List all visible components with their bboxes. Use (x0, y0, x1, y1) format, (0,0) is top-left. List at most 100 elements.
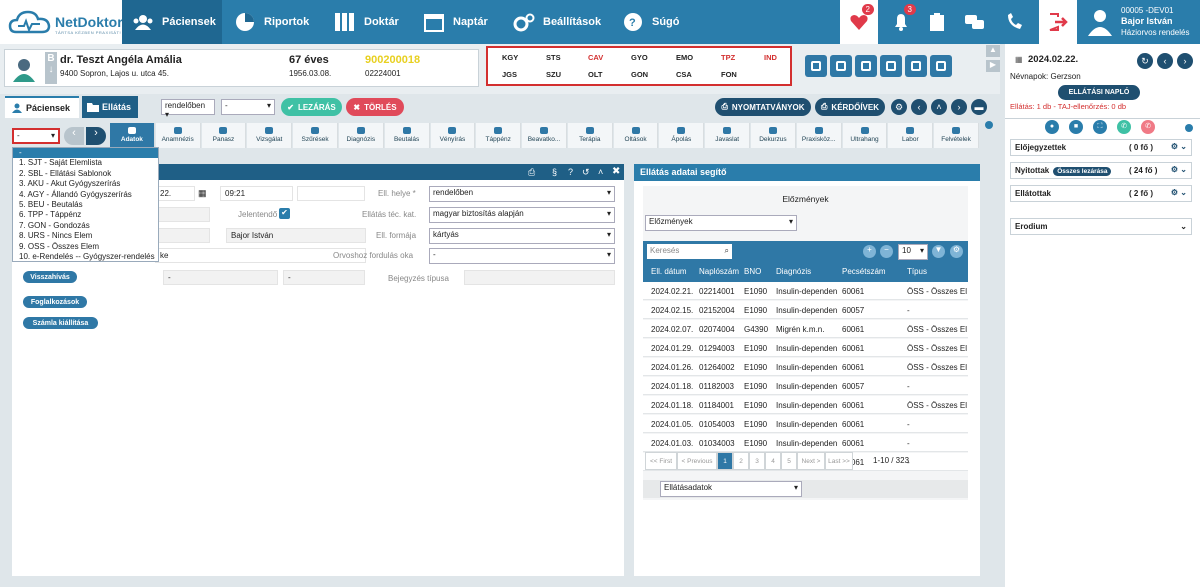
heart-alert-button[interactable]: 2 (840, 0, 878, 44)
toolbar-item-felv-telek[interactable]: Felvételek (934, 123, 979, 148)
nyomtatvanyok-button[interactable]: ⎙ NYOMTATVÁNYOK (715, 98, 811, 116)
column-header[interactable]: Pecsétszám (842, 267, 886, 276)
collapse-icon[interactable]: ˄ (598, 167, 603, 177)
dropdown-option[interactable]: 9. OSS - Összes Elem (13, 242, 158, 252)
ellatasadatok-select[interactable]: Ellátásadatok ▾ (660, 481, 802, 497)
dropdown-option[interactable]: 7. GON - Gondozás (13, 221, 158, 231)
table-row[interactable]: 2024.01.18. 01184001 E1090 Insulin-dependen… (643, 396, 968, 414)
column-header[interactable]: Diagnózis (776, 267, 811, 276)
erodium-item[interactable]: Erodium ⌄ (1010, 218, 1192, 235)
column-header[interactable]: BNO (744, 267, 761, 276)
pager-button[interactable]: Next > (797, 452, 825, 470)
gear-chevron-icon[interactable]: ⚙ ⌄ (1171, 165, 1187, 174)
next-arrow-button[interactable]: › (86, 127, 106, 145)
toolbar-item-beavatko-[interactable]: Beavatko... (522, 123, 567, 148)
field-4[interactable]: - (283, 270, 365, 285)
table-row[interactable]: 2024.02.21. 02214001 E1090 Insulin-dependen… (643, 282, 968, 300)
dropdown-option[interactable]: 5. BEU - Beutalás (13, 200, 158, 210)
toolbar-item-v-ny-r-s[interactable]: Vényírás (430, 123, 476, 148)
up-round-button[interactable]: ˄ (931, 99, 947, 115)
pager-button[interactable]: << First (645, 452, 677, 470)
patient-card[interactable]: B ↓ dr. Teszt Angéla Amália 9400 Sopron, … (4, 49, 479, 87)
toolbar-item--pol-s[interactable]: Ápolás (659, 123, 705, 148)
user-box[interactable]: 00005 -DEV01 Bajor István Háziorvos rend… (1079, 0, 1200, 44)
toolbar-item-adatok[interactable]: Adatok (110, 123, 155, 148)
type-select[interactable]: - ▾ (221, 99, 275, 115)
pager-button[interactable]: 3 (749, 452, 765, 470)
osszes-lezarasa-badge[interactable]: Összes lezárása (1053, 167, 1112, 176)
field-1[interactable] (155, 207, 210, 222)
undo-icon[interactable]: ↺ (582, 167, 590, 178)
pager-button[interactable]: < Previous (677, 452, 717, 470)
table-row[interactable]: 2024.01.05. 01054003 E1090 Insulin-dependen… (643, 415, 968, 433)
family-button[interactable] (855, 55, 877, 77)
chat-round-button[interactable]: ▬ (971, 99, 987, 115)
settings-round-button[interactable]: ⚙ (891, 99, 907, 115)
forms-button[interactable] (880, 55, 902, 77)
kerdoivek-button[interactable]: ⎙ KÉRDŐÍVEK (815, 98, 885, 116)
prev-day-button[interactable]: ‹ (1157, 53, 1173, 69)
search-record-button[interactable] (905, 55, 927, 77)
print-icon[interactable]: ⎙ (528, 167, 535, 178)
toolbar-item-javaslat[interactable]: Javaslat (705, 123, 751, 148)
elozmenyek-select[interactable]: Előzmények ▾ (645, 215, 797, 231)
ellatasi-naplo-button[interactable]: ELLÁTÁSI NAPLÓ (1058, 85, 1140, 100)
toolbar-item-praxisk-z-[interactable]: Praxisköz... (796, 123, 842, 148)
gear-chevron-icon[interactable]: ⚙ ⌄ (1171, 188, 1187, 197)
filter-icon[interactable]: ▼ (932, 245, 945, 258)
nav-beallitasok[interactable]: Beállítások (503, 0, 608, 44)
fullscreen-icon[interactable]: ⛶ (1093, 120, 1107, 134)
time-field[interactable]: 09:21 (220, 186, 293, 201)
call-icon[interactable]: ✆ (1117, 120, 1131, 134)
dropdown-option[interactable]: 3. AKU - Akut Gyógyszerírás (13, 179, 158, 189)
doctor-field[interactable]: Bajor István (226, 228, 366, 243)
logo[interactable]: NetDoktor TÁRTSA KÉZBEN PRAXISÁT! (0, 0, 123, 44)
dropdown-option[interactable]: 10. e-Rendelés -- Gyógyszer-rendelés (13, 252, 158, 262)
table-row[interactable]: 2024.01.03. 01034003 E1090 Insulin-dependen… (643, 434, 968, 452)
table-row[interactable]: 2024.01.29. 01294003 E1090 Insulin-dependen… (643, 339, 968, 357)
queue-item[interactable]: Nyitottak Összes lezárása ( 24 fő ) ⚙ ⌄ (1010, 162, 1192, 179)
queue-item[interactable]: Ellátottak ( 2 fő ) ⚙ ⌄ (1010, 185, 1192, 202)
column-header[interactable]: Ell. dátum (651, 267, 687, 276)
toolbar-item-dekurzus[interactable]: Dekurzus (751, 123, 796, 148)
tab-ellatas[interactable]: Ellátás (82, 96, 138, 118)
document-button[interactable] (830, 55, 852, 77)
szamla-button[interactable]: Számla kiállítása (23, 317, 98, 329)
ell-forma-select[interactable]: kártyás ▾ (429, 228, 615, 244)
settings-dot-icon[interactable] (985, 121, 993, 129)
logout-button[interactable] (1039, 0, 1077, 44)
dropdown-option[interactable]: 1. SJT - Saját Elemlista (13, 158, 158, 168)
clipboard-button[interactable] (918, 0, 956, 44)
orvoshoz-select[interactable]: - ▾ (429, 248, 615, 264)
zoom-out-icon[interactable]: − (880, 245, 893, 258)
dropdown-option[interactable]: - (13, 148, 158, 159)
pager-button[interactable]: 5 (781, 452, 797, 470)
table-row[interactable]: 2024.02.07. 02074004 G4390 Migrén k.m.n. 600… (643, 320, 968, 338)
elemlista-dropdown[interactable]: -1. SJT - Saját Elemlista 2. SBL - Ellátá… (12, 147, 159, 262)
next-round-button[interactable]: › (951, 99, 967, 115)
tab-paciensek[interactable]: Páciensek (5, 96, 79, 118)
nav-riportok[interactable]: Riportok (224, 0, 319, 44)
extra-field[interactable] (297, 186, 365, 201)
messages-button[interactable] (956, 0, 994, 44)
pager-button[interactable]: 1 (717, 452, 733, 470)
patient-tag-b[interactable]: B ↓ (45, 52, 57, 84)
toolbar-item-olt-sok[interactable]: Oltások (613, 123, 659, 148)
field-3[interactable]: - (163, 270, 278, 285)
zoom-in-icon[interactable]: + (863, 245, 876, 258)
date-field[interactable]: 22. (155, 186, 195, 201)
toolbar-item-sz-r-sek[interactable]: Szűrések (293, 123, 338, 148)
elemlista-select[interactable]: - ▾ (12, 128, 60, 144)
torles-button[interactable]: ✖ TÖRLÉS (346, 98, 404, 116)
toolbar-item-panasz[interactable]: Panasz (201, 123, 247, 148)
help-icon[interactable]: ? (568, 167, 573, 177)
collapse-up-button[interactable]: ▲ (986, 45, 1000, 57)
table-row[interactable]: 2024.02.15. 02152004 E1090 Insulin-dependen… (643, 301, 968, 319)
column-header[interactable]: Naplószám (699, 267, 739, 276)
link-button[interactable] (930, 55, 952, 77)
vitals-button[interactable] (805, 55, 827, 77)
table-row[interactable]: 2024.01.26. 01264002 E1090 Insulin-dependen… (643, 358, 968, 376)
toolbar-item-labor[interactable]: Labor (888, 123, 934, 148)
dropdown-option[interactable]: 2. SBL - Ellátási Sablonok (13, 169, 158, 179)
nav-paciensek[interactable]: Páciensek (122, 0, 222, 44)
